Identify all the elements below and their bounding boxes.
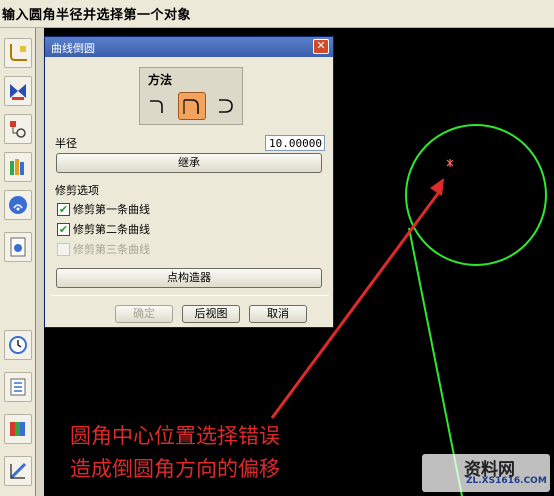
annotation-text: 圆角中心位置选择错误 造成倒圆角方向的偏移 bbox=[70, 420, 280, 486]
fillet-curve-icon[interactable] bbox=[4, 38, 32, 68]
trim-first-curve-label: 修剪第一条曲线 bbox=[73, 203, 150, 216]
method-three-curve-fillet-button[interactable] bbox=[212, 92, 240, 120]
radius-label: 半径 bbox=[55, 137, 77, 150]
table-icon[interactable] bbox=[4, 372, 32, 402]
left-toolbar bbox=[0, 28, 36, 496]
trim-options-label: 修剪选项 bbox=[55, 184, 99, 197]
trim-third-curve-label: 修剪第三条曲线 bbox=[73, 243, 150, 256]
ok-button: 确定 bbox=[115, 305, 173, 323]
trim-curve-icon[interactable] bbox=[4, 76, 32, 106]
annotation-line-1: 圆角中心位置选择错误 bbox=[70, 424, 280, 448]
trim-second-curve-checkbox[interactable]: ✔ 修剪第二条曲线 bbox=[57, 221, 150, 237]
wifi-icon[interactable] bbox=[4, 190, 32, 220]
method-label: 方法 bbox=[148, 73, 173, 87]
dialog-title: 曲线倒圆 bbox=[51, 42, 95, 55]
status-prompt: 输入圆角半径并选择第一个对象 bbox=[0, 0, 554, 28]
checkbox-check-icon: ✔ bbox=[57, 202, 70, 216]
watermark-url: ZL.XS1616.COM bbox=[466, 476, 547, 486]
checkbox-empty-icon bbox=[57, 242, 70, 256]
checkbox-check-icon: ✔ bbox=[57, 222, 70, 236]
clock-icon[interactable] bbox=[4, 330, 32, 360]
fillet-circle-curve bbox=[405, 124, 547, 266]
layers-icon[interactable] bbox=[4, 152, 32, 182]
document-icon[interactable] bbox=[4, 232, 32, 262]
simple-fillet-icon bbox=[150, 100, 163, 113]
trim-second-curve-label: 修剪第二条曲线 bbox=[73, 223, 150, 236]
inherit-button[interactable]: 继承 bbox=[56, 153, 322, 173]
watermark: 资料网 ZL.XS1616.COM bbox=[422, 454, 550, 492]
annotation-line-2: 造成倒圆角方向的偏移 bbox=[70, 457, 280, 481]
fillet-center-mark bbox=[446, 159, 454, 167]
trim-first-curve-checkbox[interactable]: ✔ 修剪第一条曲线 bbox=[57, 201, 150, 217]
close-icon[interactable]: ✕ bbox=[313, 39, 329, 54]
measure-icon[interactable] bbox=[4, 456, 32, 486]
trim-third-curve-checkbox: 修剪第三条曲线 bbox=[57, 241, 150, 257]
cancel-button[interactable]: 取消 bbox=[249, 305, 307, 323]
radius-input[interactable] bbox=[265, 135, 325, 151]
point-icon[interactable] bbox=[4, 114, 32, 144]
two-curve-fillet-icon bbox=[183, 99, 199, 114]
dialog-titlebar[interactable]: 曲线倒圆 ✕ bbox=[45, 37, 333, 57]
back-view-button[interactable]: 后视图 bbox=[182, 305, 240, 323]
dialog-divider bbox=[51, 295, 329, 296]
point-constructor-button[interactable]: 点构造器 bbox=[56, 268, 322, 288]
method-simple-fillet-button[interactable] bbox=[144, 92, 172, 120]
method-group: 方法 bbox=[139, 67, 243, 125]
curve-fillet-dialog: 曲线倒圆 ✕ 方法 半径 继承 修剪选项 ✔ 修剪第一条曲线 ✔ 修剪第二条曲线… bbox=[44, 36, 334, 328]
color-palette-icon[interactable] bbox=[4, 414, 32, 444]
method-two-curve-fillet-button[interactable] bbox=[178, 92, 206, 120]
toolbar-edge bbox=[36, 28, 44, 496]
three-curve-fillet-icon bbox=[219, 99, 233, 113]
